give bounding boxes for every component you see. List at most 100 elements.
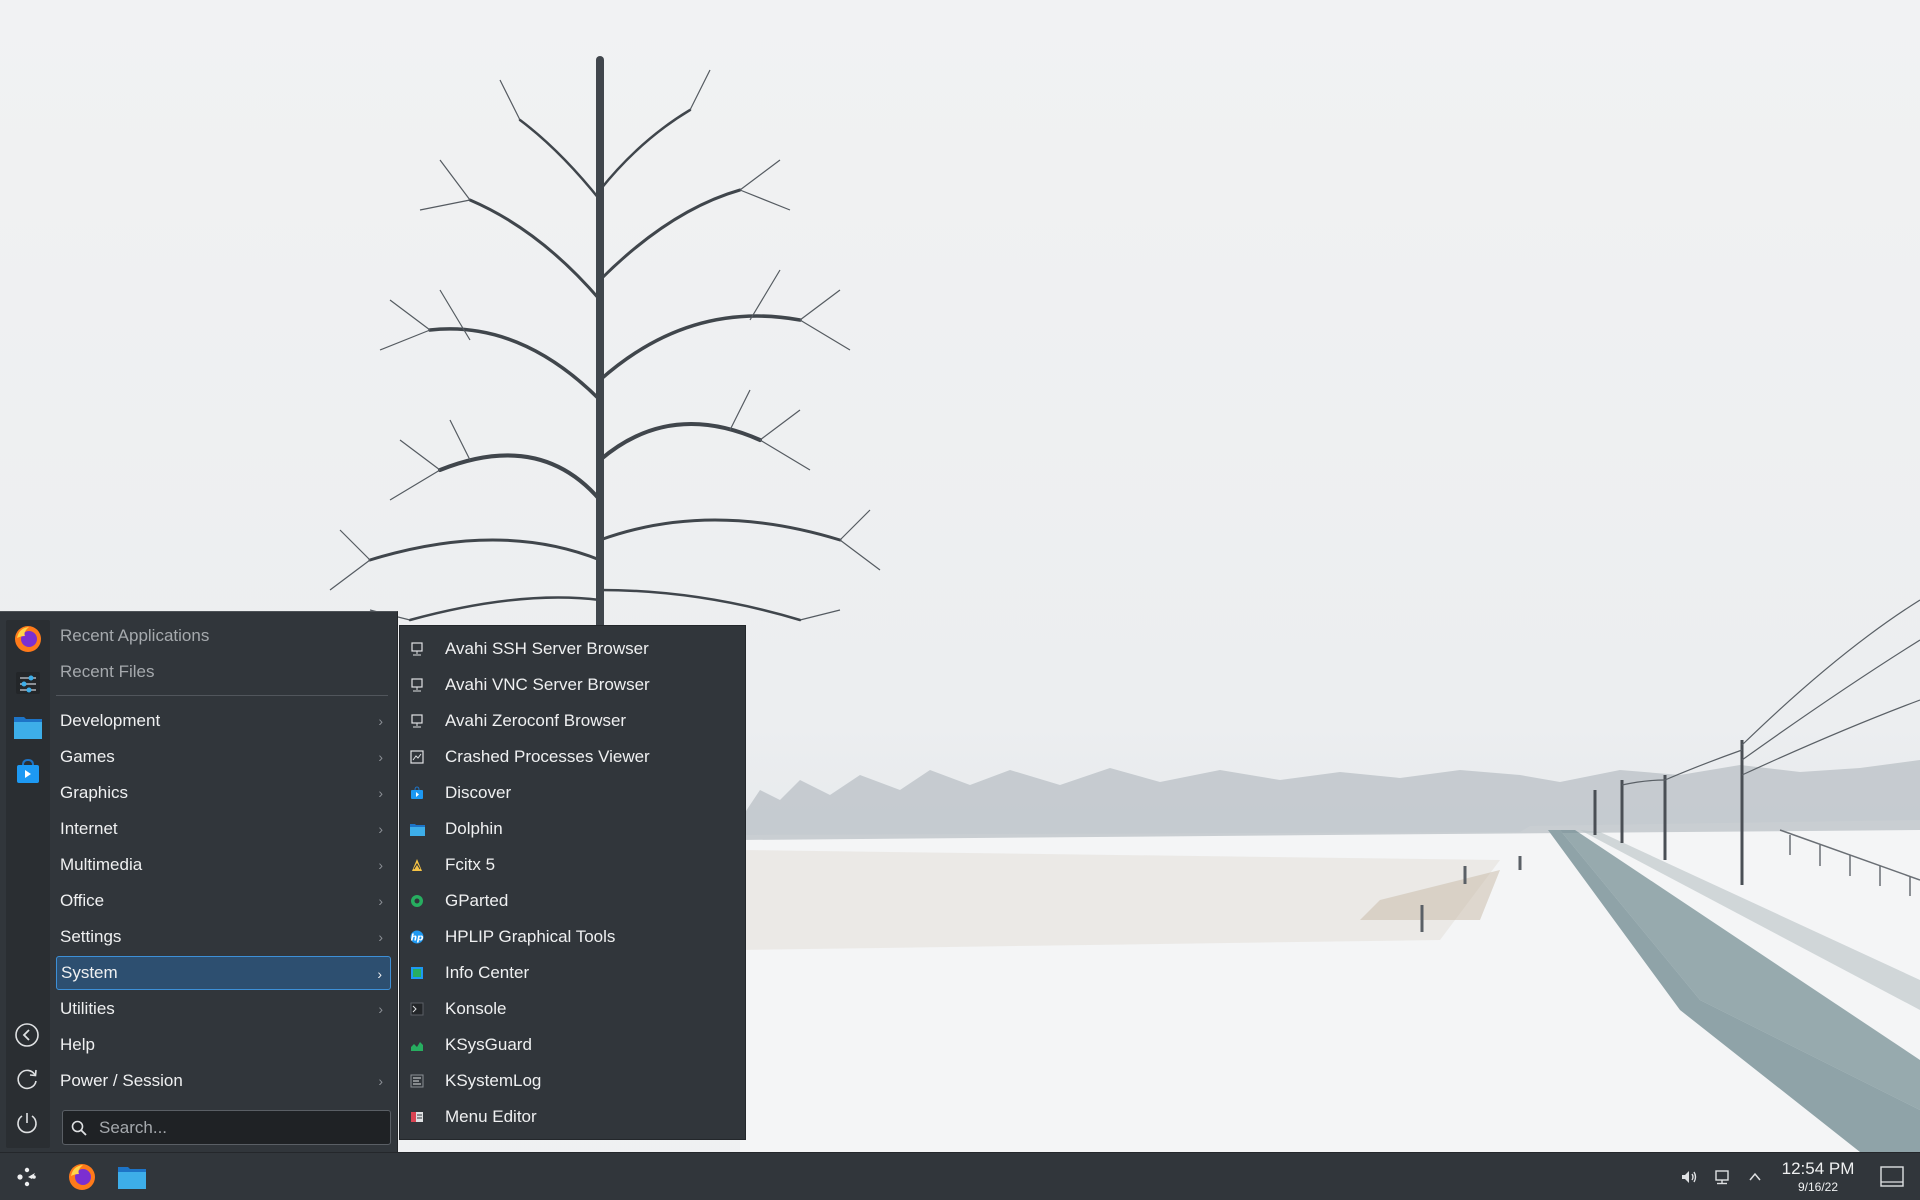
category-label: Help [60, 1035, 95, 1054]
category-utilities[interactable]: Utilities › [56, 992, 391, 1026]
menu-separator [56, 695, 388, 696]
app-ksysguard[interactable]: KSysGuard [408, 1028, 738, 1062]
category-label: Settings [60, 927, 122, 946]
app-dolphin[interactable]: Dolphin [408, 812, 738, 846]
konsole-icon [409, 1001, 425, 1017]
crash-icon [409, 749, 425, 765]
category-internet[interactable]: Internet › [56, 812, 391, 846]
menu-editor-icon [409, 1109, 425, 1125]
app-label: KSysGuard [445, 1035, 532, 1054]
category-label: Internet [60, 819, 118, 838]
taskbar-firefox[interactable] [65, 1160, 99, 1194]
category-label: Office [60, 891, 105, 910]
application-launcher-icon [17, 1167, 36, 1187]
favorite-dolphin[interactable] [12, 711, 44, 743]
favorites-sidebar [6, 620, 50, 1148]
app-label: Info Center [445, 963, 530, 982]
favorite-system-settings[interactable] [12, 667, 44, 699]
discover-icon [409, 785, 425, 801]
app-label: Discover [445, 783, 512, 802]
recent-applications-label: Recent Applications [60, 626, 210, 645]
svg-text:hp: hp [411, 934, 424, 944]
app-hplip-graphical-tools[interactable]: hp HPLIP Graphical Tools [408, 920, 738, 954]
favorite-discover[interactable] [12, 755, 44, 787]
category-help[interactable]: Help [56, 1028, 391, 1062]
network-button[interactable] [1706, 1160, 1740, 1194]
recent-applications[interactable]: Recent Applications [56, 619, 391, 653]
category-label: System [61, 963, 118, 982]
back-icon [15, 1023, 39, 1047]
chevron-right-icon: › [378, 749, 383, 765]
chevron-right-icon: › [378, 929, 383, 945]
expand-tray-button[interactable] [1738, 1160, 1772, 1194]
app-label: Avahi VNC Server Browser [445, 675, 650, 694]
favorite-firefox[interactable] [12, 623, 44, 655]
application-launcher-menu: Recent Applications Recent Files Develop… [0, 611, 398, 1152]
app-info-center[interactable]: Info Center [408, 956, 738, 990]
category-office[interactable]: Office › [56, 884, 391, 918]
category-label: Games [60, 747, 115, 766]
app-avahi-vnc-server-browser[interactable]: Avahi VNC Server Browser [408, 668, 738, 702]
search-input[interactable] [97, 1116, 371, 1139]
network-icon [409, 641, 425, 657]
refresh-button[interactable] [12, 1064, 42, 1094]
app-konsole[interactable]: Konsole [408, 992, 738, 1026]
network-icon [1715, 1170, 1729, 1185]
app-label: KSystemLog [445, 1071, 542, 1090]
app-label: GParted [445, 891, 509, 910]
app-fcitx-5[interactable]: Fcitx 5 [408, 848, 738, 882]
taskbar-dolphin[interactable] [115, 1160, 149, 1194]
chevron-right-icon: › [378, 857, 383, 873]
category-power-session[interactable]: Power / Session › [56, 1064, 391, 1098]
category-label: Multimedia [60, 855, 143, 874]
app-label: HPLIP Graphical Tools [445, 927, 616, 946]
ksysguard-icon [409, 1037, 425, 1053]
system-submenu: Avahi SSH Server Browser Avahi VNC Serve… [399, 625, 746, 1140]
app-discover[interactable]: Discover [408, 776, 738, 810]
volume-button[interactable] [1672, 1160, 1706, 1194]
app-gparted[interactable]: GParted [408, 884, 738, 918]
network-icon [409, 677, 425, 693]
category-system[interactable]: System › [56, 956, 391, 990]
clock-date: 9/16/22 [1797, 1180, 1839, 1194]
chevron-right-icon: › [378, 1073, 383, 1089]
fcitx-icon [409, 857, 425, 873]
app-label: Dolphin [445, 819, 503, 838]
taskbar: 12:54 PM 9/16/22 [0, 1152, 1920, 1200]
recent-files[interactable]: Recent Files [56, 655, 391, 689]
app-ksystemlog[interactable]: KSystemLog [408, 1064, 738, 1098]
show-desktop-icon [1880, 1166, 1904, 1187]
category-settings[interactable]: Settings › [56, 920, 391, 954]
app-crashed-processes-viewer[interactable]: Crashed Processes Viewer [408, 740, 738, 774]
app-label: Avahi SSH Server Browser [445, 639, 649, 658]
app-avahi-zeroconf-browser[interactable]: Avahi Zeroconf Browser [408, 704, 738, 738]
dolphin-icon [118, 1167, 146, 1189]
category-label: Graphics [60, 783, 129, 802]
power-icon [17, 1113, 37, 1134]
back-button[interactable] [12, 1020, 42, 1050]
info-center-icon [409, 965, 425, 981]
app-label: Fcitx 5 [445, 855, 496, 874]
power-button[interactable] [12, 1108, 42, 1138]
chevron-right-icon: › [378, 821, 383, 837]
app-menu-editor[interactable]: Menu Editor [408, 1100, 738, 1134]
search-field[interactable] [62, 1110, 391, 1145]
hplip-icon: hp [409, 929, 425, 945]
chevron-right-icon: › [377, 966, 382, 982]
discover-icon [17, 758, 39, 783]
app-label: Menu Editor [445, 1107, 537, 1126]
category-multimedia[interactable]: Multimedia › [56, 848, 391, 882]
volume-icon [1682, 1171, 1697, 1183]
app-avahi-ssh-server-browser[interactable]: Avahi SSH Server Browser [408, 632, 738, 666]
app-label: Konsole [445, 999, 507, 1018]
chevron-right-icon: › [378, 893, 383, 909]
category-graphics[interactable]: Graphics › [56, 776, 391, 810]
category-label: Utilities [60, 999, 115, 1018]
application-launcher-button[interactable] [10, 1160, 44, 1194]
dolphin-icon [409, 821, 425, 837]
gparted-icon [409, 893, 425, 909]
show-desktop-button[interactable] [1875, 1160, 1909, 1194]
category-development[interactable]: Development › [56, 704, 391, 738]
network-icon [409, 713, 425, 729]
category-games[interactable]: Games › [56, 740, 391, 774]
